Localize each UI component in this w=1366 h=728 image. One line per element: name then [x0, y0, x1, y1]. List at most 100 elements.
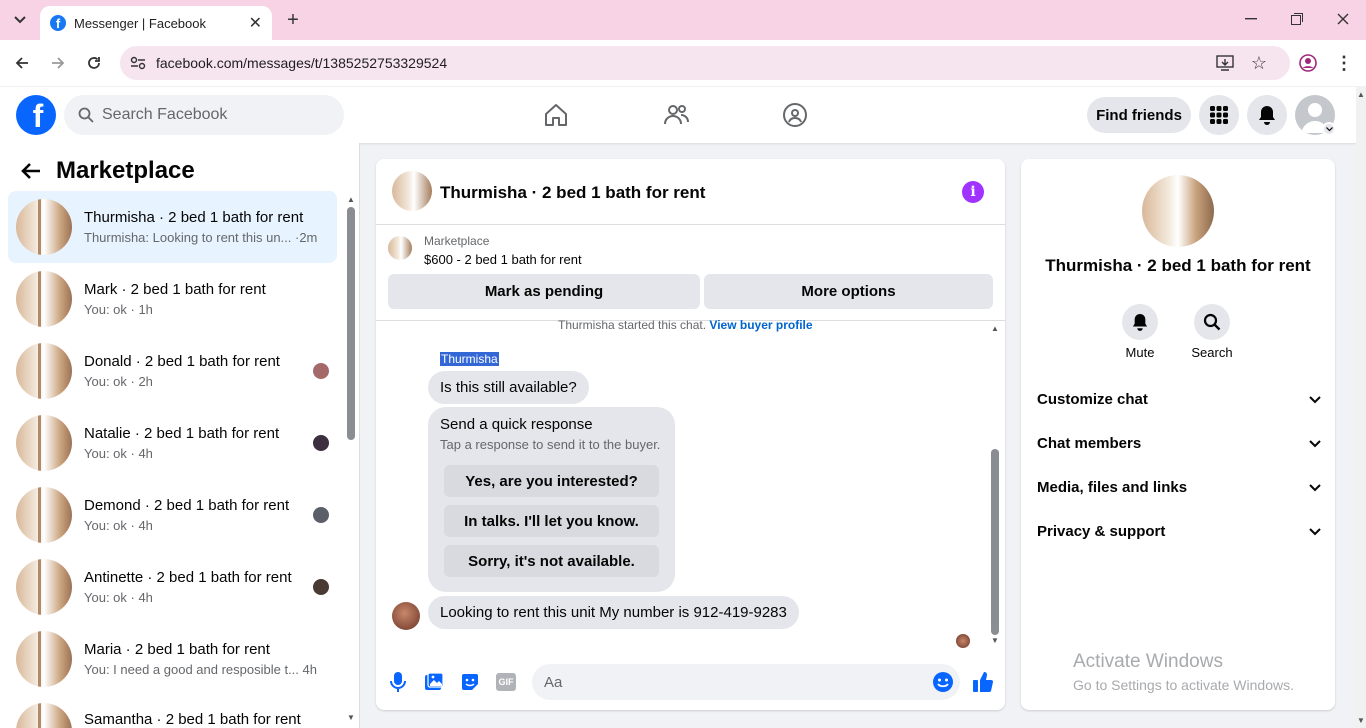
profile-icon[interactable] — [1297, 52, 1319, 74]
conversation-item[interactable]: Antinette · 2 bed 1 bath for rent You: ok… — [8, 551, 337, 623]
search-facebook-input[interactable]: Search Facebook — [64, 95, 344, 135]
groups-icon[interactable] — [778, 98, 812, 132]
chat-members-section[interactable]: Chat members — [1037, 435, 1321, 452]
listing-avatar — [16, 487, 72, 543]
view-buyer-profile-link[interactable]: View buyer profile — [709, 318, 812, 332]
conversation-item[interactable]: Maria · 2 bed 1 bath for rent You: I need… — [8, 623, 337, 695]
tab-search-icon[interactable] — [8, 8, 32, 32]
info-icon[interactable]: i — [962, 181, 984, 203]
home-icon[interactable] — [539, 98, 573, 132]
browser-menu-icon[interactable]: ⋮ — [1334, 52, 1354, 74]
forward-icon[interactable] — [46, 51, 70, 75]
listing-thumbnail[interactable] — [388, 236, 412, 260]
conversation-preview: You: I need a good and resposible t... 4… — [84, 662, 317, 677]
microphone-icon[interactable] — [388, 671, 408, 693]
conversation-name: Demond · 2 bed 1 bath for rent — [84, 497, 290, 514]
page-scroll-up-icon[interactable]: ▲ — [1356, 90, 1366, 100]
like-thumbs-up-icon[interactable] — [972, 670, 994, 694]
conversation-preview: You: ok · 4h — [84, 446, 153, 461]
conversation-preview: You: ok · 2h — [84, 374, 153, 389]
page-scroll-down-icon[interactable]: ▼ — [1356, 716, 1366, 726]
listing-avatar — [16, 415, 72, 471]
gif-icon[interactable]: GIF — [496, 673, 516, 691]
facebook-logo-icon[interactable]: f — [16, 95, 56, 135]
window-close-icon[interactable] — [1332, 8, 1354, 30]
chevron-down-icon — [1309, 483, 1321, 492]
conversation-item[interactable]: Mark · 2 bed 1 bath for rent You: ok · 1h — [8, 263, 337, 335]
chevron-down-icon — [1309, 527, 1321, 536]
quick-response-button[interactable]: In talks. I'll let you know. — [444, 505, 659, 537]
minimize-icon[interactable] — [1240, 8, 1262, 30]
info-avatar[interactable] — [1142, 175, 1214, 247]
sidebar-scroll-up-icon[interactable]: ▲ — [346, 195, 356, 205]
chat-scroll-down-icon[interactable]: ▼ — [990, 636, 1000, 646]
seen-avatar — [313, 363, 329, 379]
sender-name: Thurmisha — [440, 352, 499, 366]
conversation-name: Antinette · 2 bed 1 bath for rent — [84, 569, 292, 586]
conversation-item[interactable]: Samantha · 2 bed 1 bath for rent — [8, 695, 337, 728]
seen-avatar — [313, 435, 329, 451]
browser-tab[interactable]: f Messenger | Facebook ✕ — [40, 6, 272, 40]
friends-icon[interactable] — [659, 98, 693, 132]
site-settings-icon[interactable] — [130, 56, 146, 70]
chat-title[interactable]: Thurmisha · 2 bed 1 bath for rent — [440, 183, 705, 203]
chat-header-avatar[interactable] — [392, 171, 432, 211]
more-options-button[interactable]: More options — [704, 274, 993, 309]
bookmark-star-icon[interactable]: ☆ — [1248, 52, 1270, 74]
customize-chat-section[interactable]: Customize chat — [1037, 391, 1321, 408]
url-bar[interactable]: facebook.com/messages/t/1385252753329524 — [120, 46, 1290, 80]
message-input[interactable]: Aa — [532, 664, 960, 700]
photo-icon[interactable] — [424, 672, 444, 692]
sticker-icon[interactable] — [460, 672, 480, 692]
search-in-chat-icon[interactable] — [1194, 304, 1230, 340]
conversation-item[interactable]: Natalie · 2 bed 1 bath for rent You: ok ·… — [8, 407, 337, 479]
activate-windows-subtitle: Go to Settings to activate Windows. — [1073, 677, 1294, 693]
emoji-icon[interactable] — [932, 671, 954, 693]
quick-response-button[interactable]: Sorry, it's not available. — [444, 545, 659, 577]
quick-response-button[interactable]: Yes, are you interested? — [444, 465, 659, 497]
section-label: Privacy & support — [1037, 523, 1166, 540]
tab-close-icon[interactable]: ✕ — [249, 13, 262, 33]
conversation-name: Mark · 2 bed 1 bath for rent — [84, 281, 266, 298]
mute-bell-icon[interactable] — [1122, 304, 1158, 340]
privacy-support-section[interactable]: Privacy & support — [1037, 523, 1321, 540]
conversation-item[interactable]: Thurmisha · 2 bed 1 bath for rent Thurmis… — [8, 191, 337, 263]
mark-as-pending-button[interactable]: Mark as pending — [388, 274, 700, 309]
seen-receipt-avatar — [956, 634, 970, 648]
search-label[interactable]: Search — [1182, 345, 1242, 360]
activate-windows-title: Activate Windows — [1073, 651, 1223, 672]
media-files-links-section[interactable]: Media, files and links — [1037, 479, 1321, 496]
page-scrollbar[interactable] — [1356, 87, 1366, 728]
back-arrow-icon[interactable] — [20, 160, 44, 184]
chat-scroll-up-icon[interactable]: ▲ — [990, 324, 1000, 334]
seen-avatar — [313, 579, 329, 595]
conversation-preview: You: ok · 4h — [84, 518, 153, 533]
conversation-preview: Thurmisha: Looking to rent this un... ·2… — [84, 230, 318, 245]
info-name: Thurmisha · 2 bed 1 bath for rent — [1045, 256, 1311, 275]
listing-title[interactable]: $600 - 2 bed 1 bath for rent — [424, 252, 582, 267]
notifications-bell-icon[interactable] — [1247, 95, 1287, 135]
reload-icon[interactable] — [82, 51, 106, 75]
account-chevron-icon[interactable] — [1322, 122, 1336, 136]
conversation-preview: You: ok · 4h — [84, 590, 153, 605]
message-bubble[interactable]: Looking to rent this unit My number is 9… — [428, 596, 799, 629]
menu-grid-icon[interactable] — [1199, 95, 1239, 135]
conversation-item[interactable]: Demond · 2 bed 1 bath for rent You: ok · … — [8, 479, 337, 551]
chat-scrollbar-thumb[interactable] — [991, 449, 999, 635]
quick-response-subtitle: Tap a response to send it to the buyer. — [440, 437, 661, 452]
tab-title: Messenger | Facebook — [74, 15, 206, 31]
conversation-item[interactable]: Donald · 2 bed 1 bath for rent You: ok · … — [8, 335, 337, 407]
sidebar-scroll-down-icon[interactable]: ▼ — [346, 713, 356, 723]
find-friends-button[interactable]: Find friends — [1087, 97, 1191, 133]
listing-avatar — [16, 703, 72, 728]
restore-icon[interactable] — [1286, 8, 1308, 30]
sidebar-scrollbar-thumb[interactable] — [347, 207, 355, 440]
back-icon[interactable] — [10, 51, 34, 75]
sender-avatar[interactable] — [392, 602, 420, 630]
message-bubble[interactable]: Is this still available? — [428, 371, 589, 404]
install-app-icon[interactable] — [1214, 52, 1236, 74]
new-tab-icon[interactable]: + — [282, 8, 304, 32]
url-text: facebook.com/messages/t/1385252753329524 — [156, 55, 448, 71]
mute-label[interactable]: Mute — [1110, 345, 1170, 360]
listing-avatar — [16, 199, 72, 255]
